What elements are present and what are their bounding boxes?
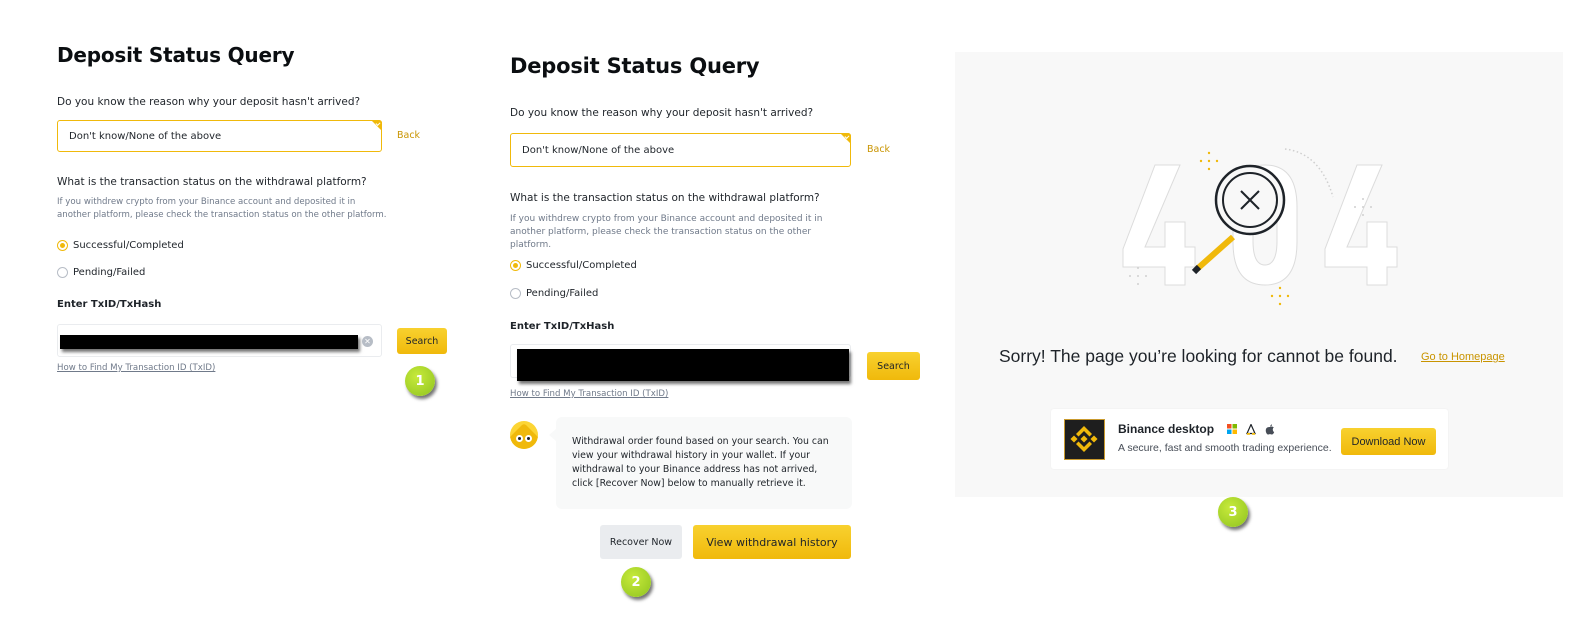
txid-input[interactable]: ✕: [57, 324, 382, 357]
radio-pending[interactable]: Pending/Failed: [510, 288, 598, 299]
binance-logo-icon: [1064, 419, 1105, 460]
redacted-txid: [60, 335, 358, 349]
redacted-txid: [517, 349, 849, 381]
linux-icon[interactable]: [1246, 423, 1256, 438]
back-link[interactable]: Back: [867, 144, 890, 155]
radio-unselected-icon[interactable]: [57, 267, 68, 278]
radio-label: Pending/Failed: [73, 267, 146, 278]
step-badge-3: 3: [1218, 497, 1248, 527]
radio-label: Successful/Completed: [73, 240, 184, 251]
assistant-avatar-icon: [510, 421, 538, 449]
txid-help-link[interactable]: How to Find My Transaction ID (TxID): [510, 389, 668, 399]
reason-question: Do you know the reason why your deposit …: [510, 107, 814, 119]
radio-selected-icon[interactable]: [510, 260, 521, 271]
status-help-text: If you withdrew crypto from your Binance…: [57, 197, 387, 220]
status-help-text: If you withdrew crypto from your Binance…: [510, 214, 823, 250]
result-message-bubble: Withdrawal order found based on your sea…: [549, 417, 852, 509]
radio-selected-icon[interactable]: [57, 240, 68, 251]
404-illustration: [1122, 148, 1398, 306]
radio-pending[interactable]: Pending/Failed: [57, 267, 145, 278]
reason-select-value: Don't know/None of the above: [522, 144, 675, 156]
check-corner-icon: [840, 133, 851, 144]
binance-desktop-card: Binance desktop A secure, fast and smoot…: [1051, 409, 1448, 469]
digit-4-right: [1324, 164, 1398, 286]
reason-select-value: Don't know/None of the above: [69, 130, 222, 142]
search-button[interactable]: Search: [867, 352, 920, 380]
deposit-query-panel-2: Deposit Status Query Do you know the rea…: [510, 50, 940, 597]
app-tagline: A secure, fast and smooth trading experi…: [1118, 442, 1332, 454]
radio-label: Successful/Completed: [526, 260, 637, 271]
app-name: Binance desktop: [1118, 422, 1215, 436]
page-title: Deposit Status Query: [57, 43, 295, 67]
windows-icon[interactable]: [1227, 424, 1237, 437]
step-badge-1: 1: [405, 366, 435, 396]
download-now-button[interactable]: Download Now: [1341, 428, 1436, 455]
recover-now-button[interactable]: Recover Now: [600, 525, 682, 559]
result-message: Withdrawal order found based on your sea…: [572, 436, 829, 489]
status-question: What is the transaction status on the wi…: [57, 176, 367, 188]
txid-input[interactable]: [510, 344, 851, 381]
deposit-query-panel-1: Deposit Status Query Do you know the rea…: [57, 40, 477, 396]
txid-label: Enter TxID/TxHash: [57, 299, 162, 310]
reason-question: Do you know the reason why your deposit …: [57, 96, 361, 108]
txid-help-link[interactable]: How to Find My Transaction ID (TxID): [57, 363, 215, 373]
search-button[interactable]: Search: [397, 328, 447, 354]
back-link[interactable]: Back: [397, 130, 420, 141]
reason-select[interactable]: Don't know/None of the above: [510, 133, 851, 167]
step-badge-2: 2: [621, 567, 651, 597]
apple-icon[interactable]: [1265, 424, 1275, 438]
radio-label: Pending/Failed: [526, 288, 599, 299]
radio-successful[interactable]: Successful/Completed: [57, 240, 184, 251]
digit-4-left: [1122, 164, 1196, 286]
check-corner-icon: [371, 120, 382, 131]
go-to-homepage-link[interactable]: Go to Homepage: [1421, 351, 1505, 363]
not-found-panel: Sorry! The page you’re looking for canno…: [955, 52, 1563, 497]
txid-label: Enter TxID/TxHash: [510, 321, 615, 332]
radio-successful[interactable]: Successful/Completed: [510, 260, 637, 271]
clear-input-icon[interactable]: ✕: [362, 336, 373, 347]
reason-select[interactable]: Don't know/None of the above: [57, 120, 382, 152]
error-message: Sorry! The page you’re looking for canno…: [999, 346, 1398, 366]
status-question: What is the transaction status on the wi…: [510, 192, 820, 204]
radio-unselected-icon[interactable]: [510, 288, 521, 299]
page-title: Deposit Status Query: [510, 54, 760, 78]
view-withdrawal-history-button[interactable]: View withdrawal history: [693, 525, 851, 559]
